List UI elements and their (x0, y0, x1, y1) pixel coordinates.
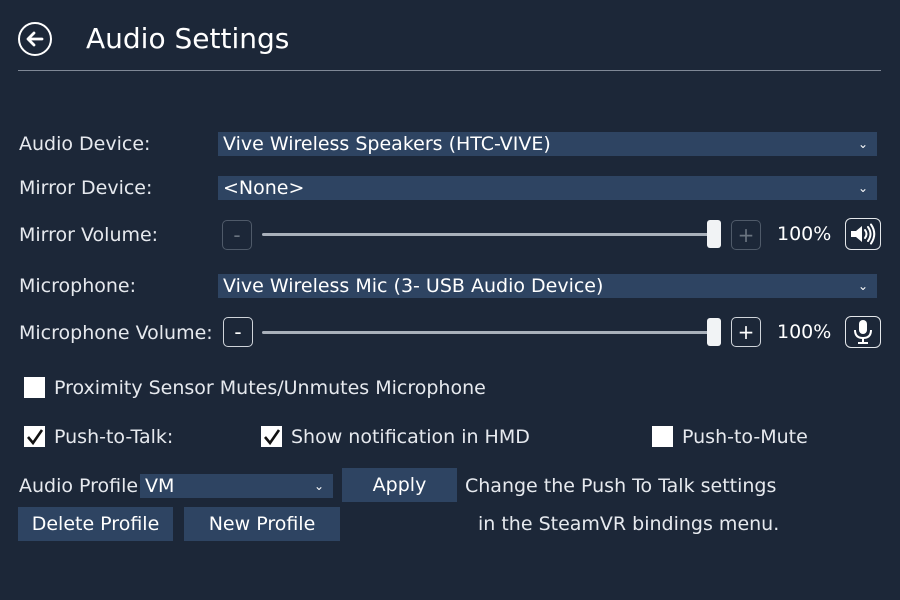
mirror-volume-increase-button[interactable]: + (731, 220, 761, 250)
chevron-down-icon: ⌄ (313, 479, 324, 493)
microphone-volume-slider-handle[interactable] (707, 318, 721, 346)
header-divider (18, 70, 881, 71)
microphone-dropdown[interactable]: Vive Wireless Mic (3- USB Audio Device) … (218, 274, 877, 298)
microphone-label: Microphone: (19, 275, 136, 297)
microphone-volume-percent: 100% (777, 321, 832, 343)
mirror-device-dropdown[interactable]: <None> ⌄ (218, 176, 877, 200)
push-to-talk-note-line1: Change the Push To Talk settings (465, 475, 777, 497)
delete-profile-button[interactable]: Delete Profile (18, 507, 173, 541)
mirror-volume-slider-handle[interactable] (707, 220, 721, 248)
checkmark-icon (263, 428, 280, 445)
chevron-down-icon: ⌄ (857, 137, 868, 151)
mirror-volume-mute-button[interactable] (845, 218, 881, 250)
mirror-device-label: Mirror Device: (19, 177, 153, 199)
audio-profile-dropdown[interactable]: VM ⌄ (140, 474, 333, 498)
mirror-volume-decrease-button[interactable]: - (222, 220, 252, 250)
back-arrow-icon (26, 31, 44, 47)
microphone-volume-label: Microphone Volume: (19, 322, 213, 344)
audio-profile-value: VM (145, 475, 175, 497)
push-to-talk-label: Push-to-Talk: (54, 426, 174, 448)
push-to-mute-checkbox[interactable] (652, 426, 673, 447)
mirror-volume-slider[interactable] (262, 233, 720, 236)
microphone-mute-button[interactable] (845, 316, 881, 348)
microphone-volume-increase-button[interactable]: + (731, 317, 761, 347)
push-to-talk-note-line2: in the SteamVR bindings menu. (478, 513, 780, 535)
microphone-icon (854, 320, 872, 344)
audio-device-label: Audio Device: (19, 133, 151, 155)
show-notification-label: Show notification in HMD (291, 426, 530, 448)
apply-button[interactable]: Apply (342, 468, 457, 502)
mirror-volume-label: Mirror Volume: (19, 224, 159, 246)
audio-device-value: Vive Wireless Speakers (HTC-VIVE) (223, 133, 551, 155)
proximity-label: Proximity Sensor Mutes/Unmutes Microphon… (54, 377, 486, 399)
speaker-volume-icon (851, 223, 876, 245)
chevron-down-icon: ⌄ (857, 181, 868, 195)
microphone-value: Vive Wireless Mic (3- USB Audio Device) (223, 275, 604, 297)
mirror-device-value: <None> (223, 177, 305, 199)
checkmark-icon (26, 428, 43, 445)
back-button[interactable] (18, 22, 52, 56)
chevron-down-icon: ⌄ (857, 279, 868, 293)
microphone-volume-decrease-button[interactable]: - (223, 317, 253, 347)
proximity-checkbox[interactable] (24, 377, 45, 398)
mirror-volume-percent: 100% (777, 223, 832, 245)
audio-profile-label: Audio Profile: (19, 475, 145, 497)
push-to-mute-label: Push-to-Mute (682, 426, 808, 448)
microphone-volume-slider[interactable] (262, 331, 720, 334)
show-notification-checkbox[interactable] (261, 426, 282, 447)
page-title: Audio Settings (86, 22, 290, 55)
push-to-talk-checkbox[interactable] (24, 426, 45, 447)
audio-device-dropdown[interactable]: Vive Wireless Speakers (HTC-VIVE) ⌄ (218, 132, 877, 156)
new-profile-button[interactable]: New Profile (184, 507, 340, 541)
